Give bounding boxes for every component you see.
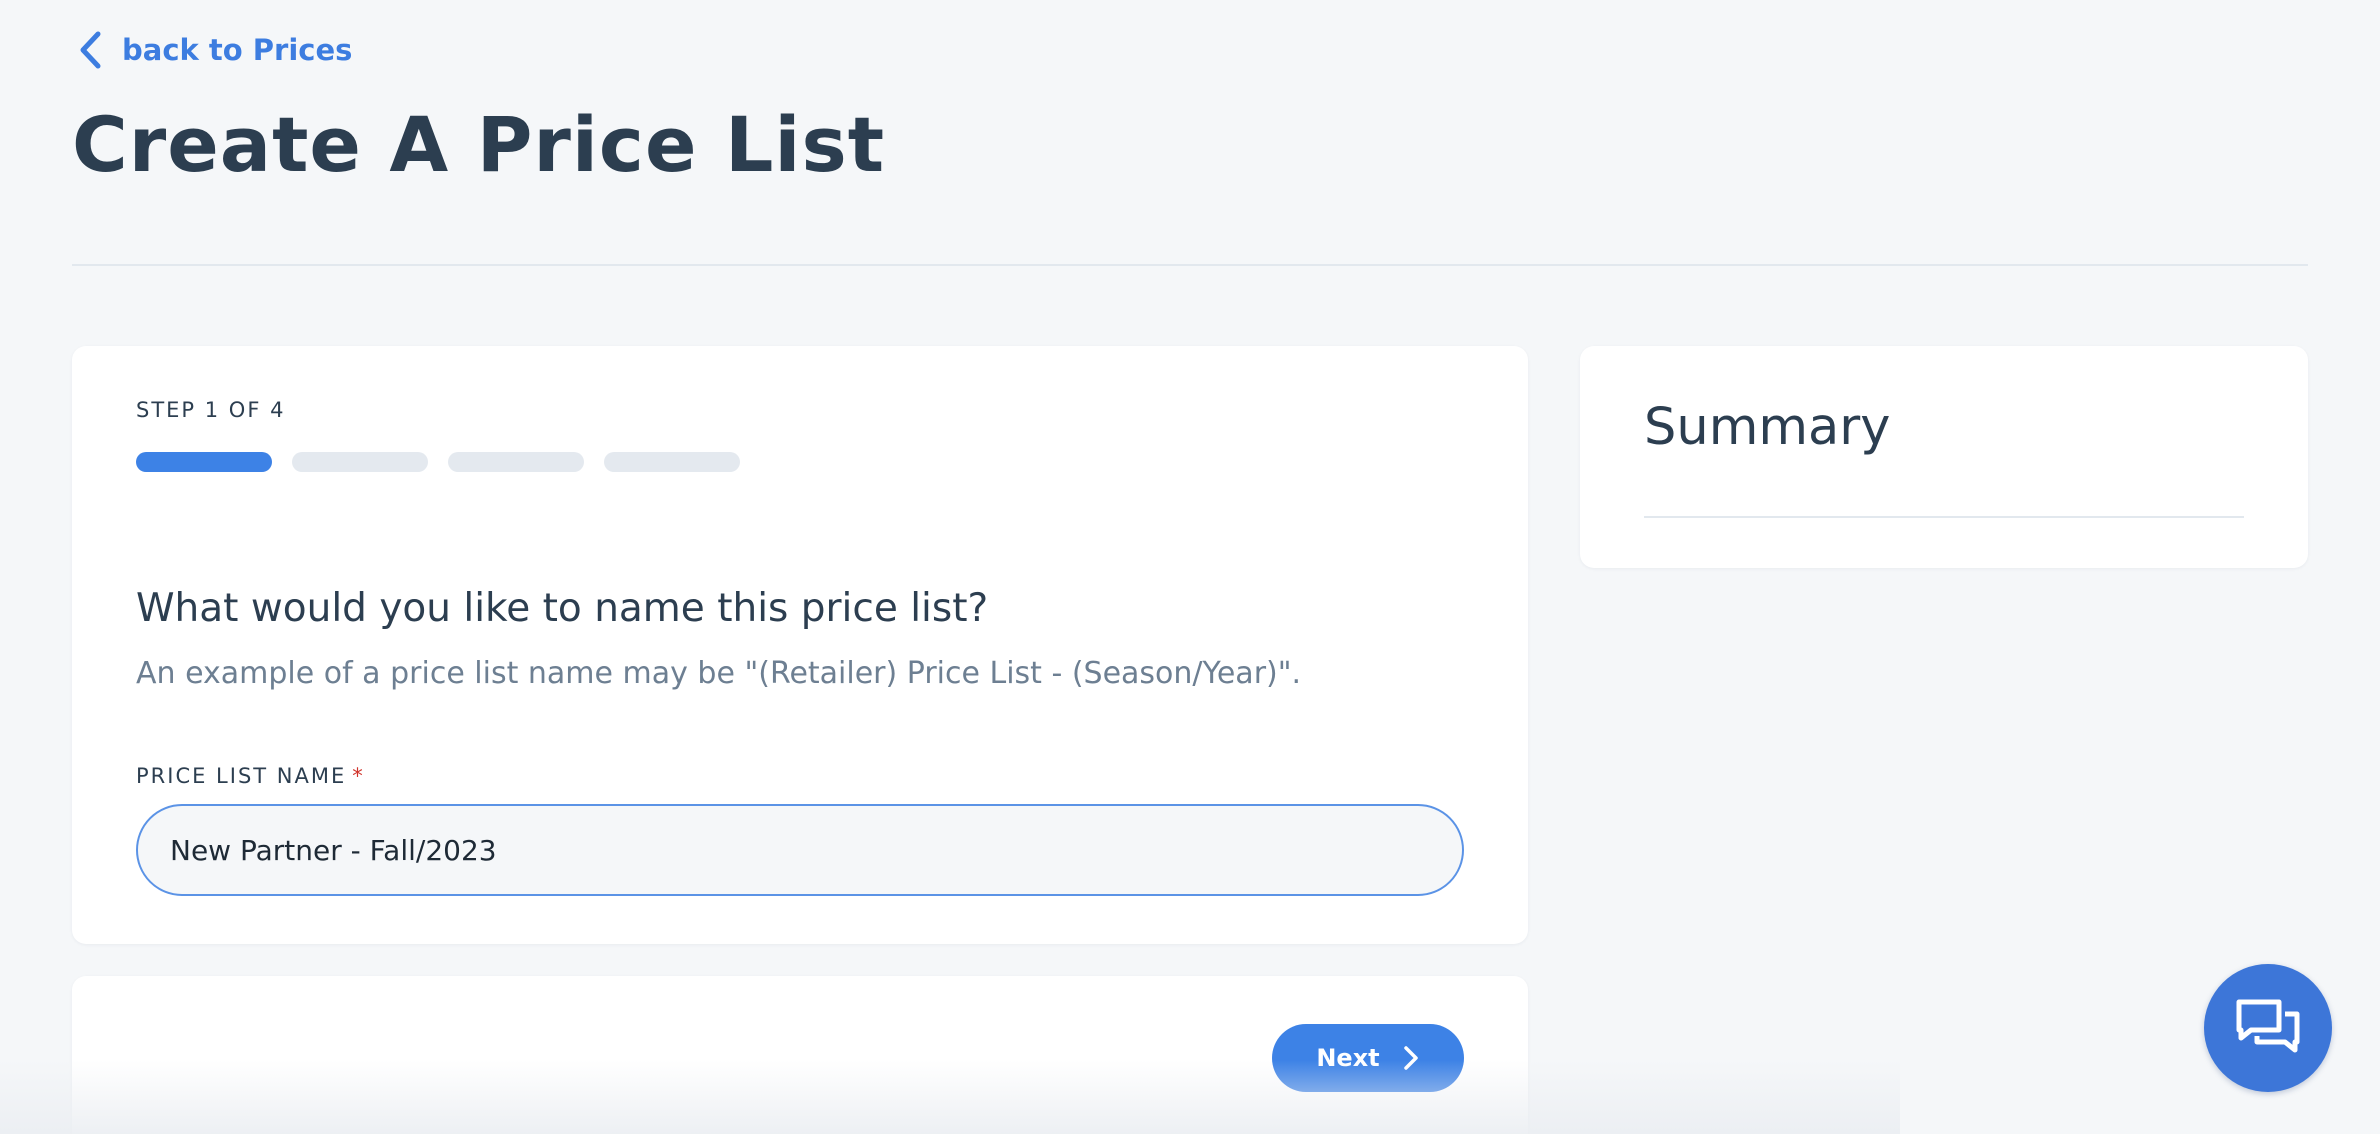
progress-segment: [448, 452, 584, 472]
field-label-text: PRICE LIST NAME: [136, 764, 347, 788]
summary-title: Summary: [1644, 398, 1891, 457]
footer-card: Next: [72, 976, 1528, 1134]
back-to-prices-link[interactable]: back to Prices: [74, 28, 352, 72]
chat-bubbles-icon: [2236, 999, 2300, 1053]
chevron-left-icon: [80, 31, 101, 69]
back-link-label: back to Prices: [122, 33, 353, 67]
progress-segment: [292, 452, 428, 472]
step-progress: [136, 452, 740, 472]
required-marker: *: [352, 764, 365, 788]
chevron-right-icon: [1403, 1046, 1418, 1070]
price-list-name-label: PRICE LIST NAME *: [136, 764, 365, 788]
summary-divider: [1644, 516, 2244, 518]
page-title: Create A Price List: [72, 100, 886, 189]
form-hint: An example of a price list name may be "…: [136, 656, 1302, 691]
next-button[interactable]: Next: [1272, 1024, 1464, 1092]
form-question: What would you like to name this price l…: [136, 586, 989, 631]
price-list-name-input[interactable]: [136, 804, 1464, 896]
chat-button[interactable]: [2204, 964, 2332, 1092]
progress-segment: [604, 452, 740, 472]
progress-segment: [136, 452, 272, 472]
page: back to Prices Create A Price List STEP …: [0, 0, 2380, 1134]
next-button-label: Next: [1316, 1044, 1380, 1072]
step-label: STEP 1 OF 4: [136, 398, 286, 422]
header-divider: [72, 264, 2308, 266]
summary-card: Summary: [1580, 346, 2308, 568]
step-card: STEP 1 OF 4 What would you like to name …: [72, 346, 1528, 944]
